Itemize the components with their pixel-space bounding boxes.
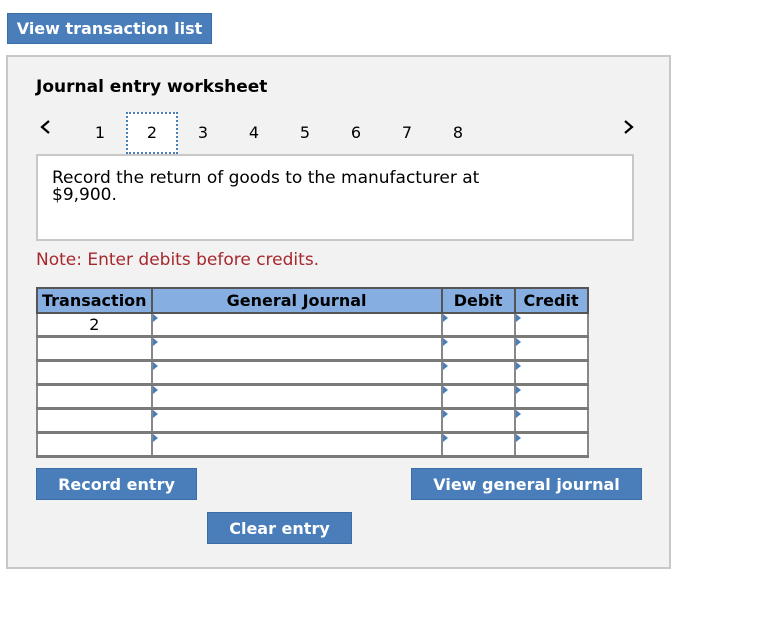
view-transaction-list-button[interactable]: View transaction list — [7, 13, 212, 44]
transaction-cell — [36, 359, 153, 386]
header-general-journal: General Journal — [150, 287, 443, 314]
header-credit: Credit — [513, 287, 589, 314]
header-transaction: Transaction — [36, 287, 153, 314]
page-6[interactable]: 6 — [346, 122, 366, 144]
chevron-left-icon[interactable] — [38, 116, 52, 143]
chevron-right-icon[interactable] — [622, 116, 636, 143]
debit-input[interactable] — [440, 335, 516, 362]
account-input[interactable] — [150, 312, 443, 338]
view-general-journal-button[interactable]: View general journal — [411, 468, 642, 500]
account-input[interactable] — [150, 359, 443, 386]
account-input[interactable] — [150, 431, 443, 458]
account-input[interactable] — [150, 383, 443, 410]
transaction-cell: 2 — [36, 312, 153, 338]
transaction-description: Record the return of goods to the manufa… — [36, 154, 634, 241]
header-debit: Debit — [440, 287, 516, 314]
description-text: Record the return of goods to the manufa… — [52, 168, 480, 205]
credit-input[interactable] — [513, 312, 589, 338]
transaction-cell — [36, 431, 153, 458]
credit-input[interactable] — [513, 383, 589, 410]
credit-input[interactable] — [513, 431, 589, 458]
credit-input[interactable] — [513, 335, 589, 362]
worksheet-title: Journal entry worksheet — [36, 77, 268, 97]
account-input[interactable] — [150, 407, 443, 434]
debit-input[interactable] — [440, 312, 516, 338]
table-row — [36, 335, 589, 362]
table-row — [36, 359, 589, 386]
table-row — [36, 407, 589, 434]
debit-input[interactable] — [440, 431, 516, 458]
table-row — [36, 431, 589, 458]
debit-input[interactable] — [440, 407, 516, 434]
account-input[interactable] — [150, 335, 443, 362]
table-row: 2 — [36, 312, 589, 338]
page-8[interactable]: 8 — [448, 122, 468, 144]
journal-table: Transaction General Journal Debit Credit… — [36, 287, 589, 458]
page-5[interactable]: 5 — [295, 122, 315, 144]
page-2[interactable]: 2 — [142, 122, 162, 144]
credit-input[interactable] — [513, 359, 589, 386]
transaction-cell — [36, 383, 153, 410]
table-row — [36, 383, 589, 410]
transaction-cell — [36, 407, 153, 434]
debit-input[interactable] — [440, 383, 516, 410]
page-1[interactable]: 1 — [90, 122, 110, 144]
transaction-cell — [36, 335, 153, 362]
page-7[interactable]: 7 — [397, 122, 417, 144]
page-4[interactable]: 4 — [244, 122, 264, 144]
page-3[interactable]: 3 — [193, 122, 213, 144]
record-entry-button[interactable]: Record entry — [36, 468, 197, 500]
credit-input[interactable] — [513, 407, 589, 434]
clear-entry-button[interactable]: Clear entry — [207, 512, 352, 544]
note-text: Note: Enter debits before credits. — [36, 250, 320, 270]
debit-input[interactable] — [440, 359, 516, 386]
